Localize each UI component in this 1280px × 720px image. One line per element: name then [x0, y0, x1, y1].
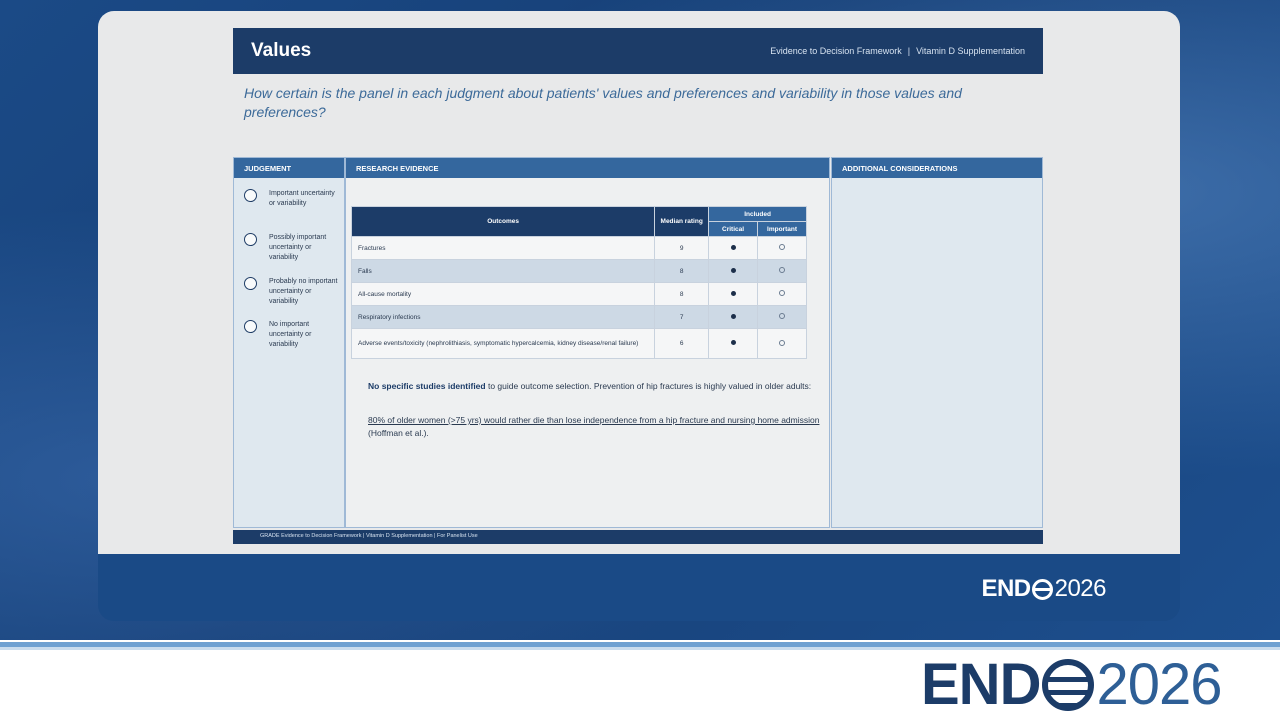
- outcomes-table: Outcomes Median rating Included Critical…: [350, 206, 807, 359]
- radio-button[interactable]: [244, 320, 257, 333]
- rating-cell: 9: [654, 236, 710, 260]
- empty-circle-icon: [779, 290, 785, 296]
- outcome-cell: Falls: [350, 259, 656, 283]
- important-cell: [757, 236, 807, 260]
- research-evidence-header: RESEARCH EVIDENCE: [346, 158, 829, 178]
- critical-cell: [708, 259, 759, 283]
- critical-column-header: Critical: [708, 221, 759, 237]
- judgement-column: JUDGEMENT Important uncertainty or varia…: [233, 157, 345, 528]
- breadcrumb-separator: |: [907, 46, 911, 56]
- slide-title: Values: [251, 40, 312, 61]
- outcome-cell: Respiratory infections: [350, 305, 656, 329]
- judgement-option-no-important[interactable]: No important uncertainty or variability: [244, 318, 340, 350]
- slide-footer: GRADE Evidence to Decision Framework | V…: [233, 530, 1043, 544]
- filled-circle-icon: [730, 340, 736, 345]
- breadcrumb-item-topic: Vitamin D Supplementation: [916, 46, 1025, 56]
- outcome-cell: Fractures: [350, 236, 656, 260]
- important-cell: [757, 305, 807, 329]
- filled-circle-icon: [730, 244, 736, 250]
- evidence-citation-source: (Hoffman et al.).: [368, 427, 429, 438]
- evidence-note-bold: No specific studies identified: [368, 381, 486, 391]
- important-column-header: Important: [757, 221, 807, 237]
- outcome-cell: All-cause mortality: [350, 282, 656, 306]
- table-row: Falls 8: [350, 259, 807, 283]
- table-row: All-cause mortality 8: [350, 282, 807, 306]
- important-cell: [757, 282, 807, 306]
- radio-button[interactable]: [244, 277, 257, 290]
- slide: Values Evidence to Decision Framework | …: [98, 11, 1180, 554]
- option-label: Important uncertainty or variability: [269, 190, 335, 207]
- globe-icon: [1031, 578, 1053, 600]
- evidence-note-text: to guide outcome selection. Prevention o…: [485, 381, 812, 391]
- option-label: No important uncertainty or variability: [269, 321, 312, 348]
- filled-circle-icon: [730, 313, 736, 319]
- filled-circle-icon: [730, 267, 736, 273]
- evidence-note: No specific studies identified to guide …: [368, 380, 824, 393]
- median-rating-column-header: Median rating: [654, 206, 710, 237]
- option-label: Possibly important uncertainty or variab…: [269, 234, 327, 261]
- stage-logo: END 2026: [981, 575, 1106, 603]
- presentation-stage: Values Evidence to Decision Framework | …: [98, 11, 1180, 621]
- judgement-option-probably-no-important[interactable]: Probably no important uncertainty or var…: [244, 275, 340, 307]
- rating-cell: 7: [654, 305, 710, 329]
- rating-cell: 8: [654, 282, 710, 306]
- option-label: Probably no important uncertainty or var…: [269, 278, 338, 305]
- rating-cell: 8: [654, 259, 710, 283]
- logo-text: END: [981, 575, 1031, 602]
- radio-button[interactable]: [244, 189, 257, 202]
- empty-circle-icon: [779, 267, 785, 273]
- evidence-citation-underlined: 80% of older women (>75 yrs) would rathe…: [368, 415, 820, 425]
- filled-circle-icon: [730, 290, 736, 296]
- outcomes-column-header: Outcomes: [350, 206, 656, 237]
- breadcrumb: Evidence to Decision Framework | Vitamin…: [770, 46, 1025, 56]
- table-row: Adverse events/toxicity (nephrolithiasis…: [350, 328, 807, 359]
- accent-line-light: [0, 647, 1280, 650]
- important-cell: [757, 259, 807, 283]
- critical-cell: [708, 328, 759, 359]
- additional-considerations-column: ADDITIONAL CONSIDERATIONS: [831, 157, 1043, 528]
- important-cell: [757, 328, 807, 359]
- judgement-header: JUDGEMENT: [234, 158, 344, 178]
- judgement-option-important[interactable]: Important uncertainty or variability: [244, 187, 340, 209]
- brand-logo-year: 2026: [1096, 652, 1222, 717]
- included-column-header: Included: [708, 206, 807, 222]
- slide-header: Values Evidence to Decision Framework | …: [233, 28, 1043, 74]
- critical-cell: [708, 282, 759, 306]
- additional-considerations-header: ADDITIONAL CONSIDERATIONS: [832, 158, 1042, 178]
- table-row: Respiratory infections 7: [350, 305, 807, 329]
- rating-cell: 6: [654, 328, 710, 359]
- bottom-banner: END 2026: [0, 640, 1280, 720]
- critical-cell: [708, 305, 759, 329]
- critical-cell: [708, 236, 759, 260]
- empty-circle-icon: [779, 313, 785, 319]
- evidence-citation: 80% of older women (>75 yrs) would rathe…: [368, 414, 824, 439]
- empty-circle-icon: [779, 339, 785, 346]
- brand-logo-text: END: [921, 652, 1041, 717]
- globe-icon: [1042, 659, 1095, 711]
- empty-circle-icon: [779, 244, 785, 250]
- logo-year: 2026: [1054, 575, 1107, 602]
- outcome-cell: Adverse events/toxicity (nephrolithiasis…: [350, 328, 656, 359]
- table-row: Fractures 9: [350, 236, 807, 260]
- radio-button[interactable]: [244, 233, 257, 246]
- question-text: How certain is the panel in each judgmen…: [244, 85, 962, 120]
- judgement-option-possibly-important[interactable]: Possibly important uncertainty or variab…: [244, 231, 340, 263]
- breadcrumb-item-framework: Evidence to Decision Framework: [770, 46, 902, 56]
- brand-logo: END 2026: [921, 652, 1223, 717]
- research-evidence-column: RESEARCH EVIDENCE Outcomes Median rating…: [345, 157, 830, 528]
